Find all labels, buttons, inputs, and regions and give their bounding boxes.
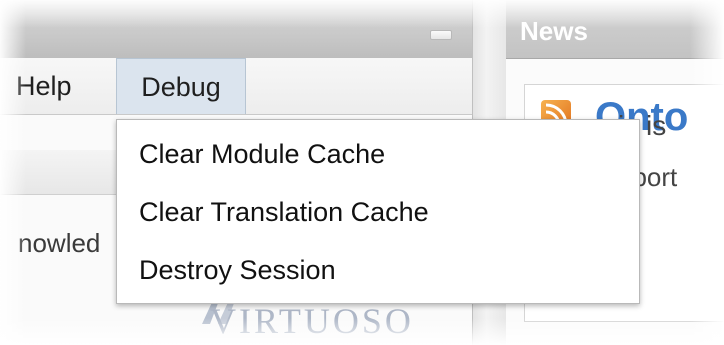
menubar: Help Debug: [0, 58, 472, 115]
edge-fade: [0, 0, 724, 28]
menu-item-clear-translation-cache[interactable]: Clear Translation Cache: [139, 184, 429, 240]
minimize-icon[interactable]: [430, 30, 452, 40]
edge-fade: [0, 318, 724, 345]
debug-dropdown-menu: Clear Module Cache Clear Translation Cac…: [116, 119, 640, 304]
edge-fade: [690, 0, 724, 345]
menu-item-destroy-session[interactable]: Destroy Session: [139, 242, 336, 298]
edge-fade: [0, 0, 26, 345]
content-text: nowled: [18, 228, 101, 258]
menu-debug[interactable]: Debug: [116, 58, 246, 114]
app-window: Help Debug nowled VIRTUOSO News Onto: [0, 0, 724, 345]
menu-item-clear-module-cache[interactable]: Clear Module Cache: [139, 126, 385, 182]
